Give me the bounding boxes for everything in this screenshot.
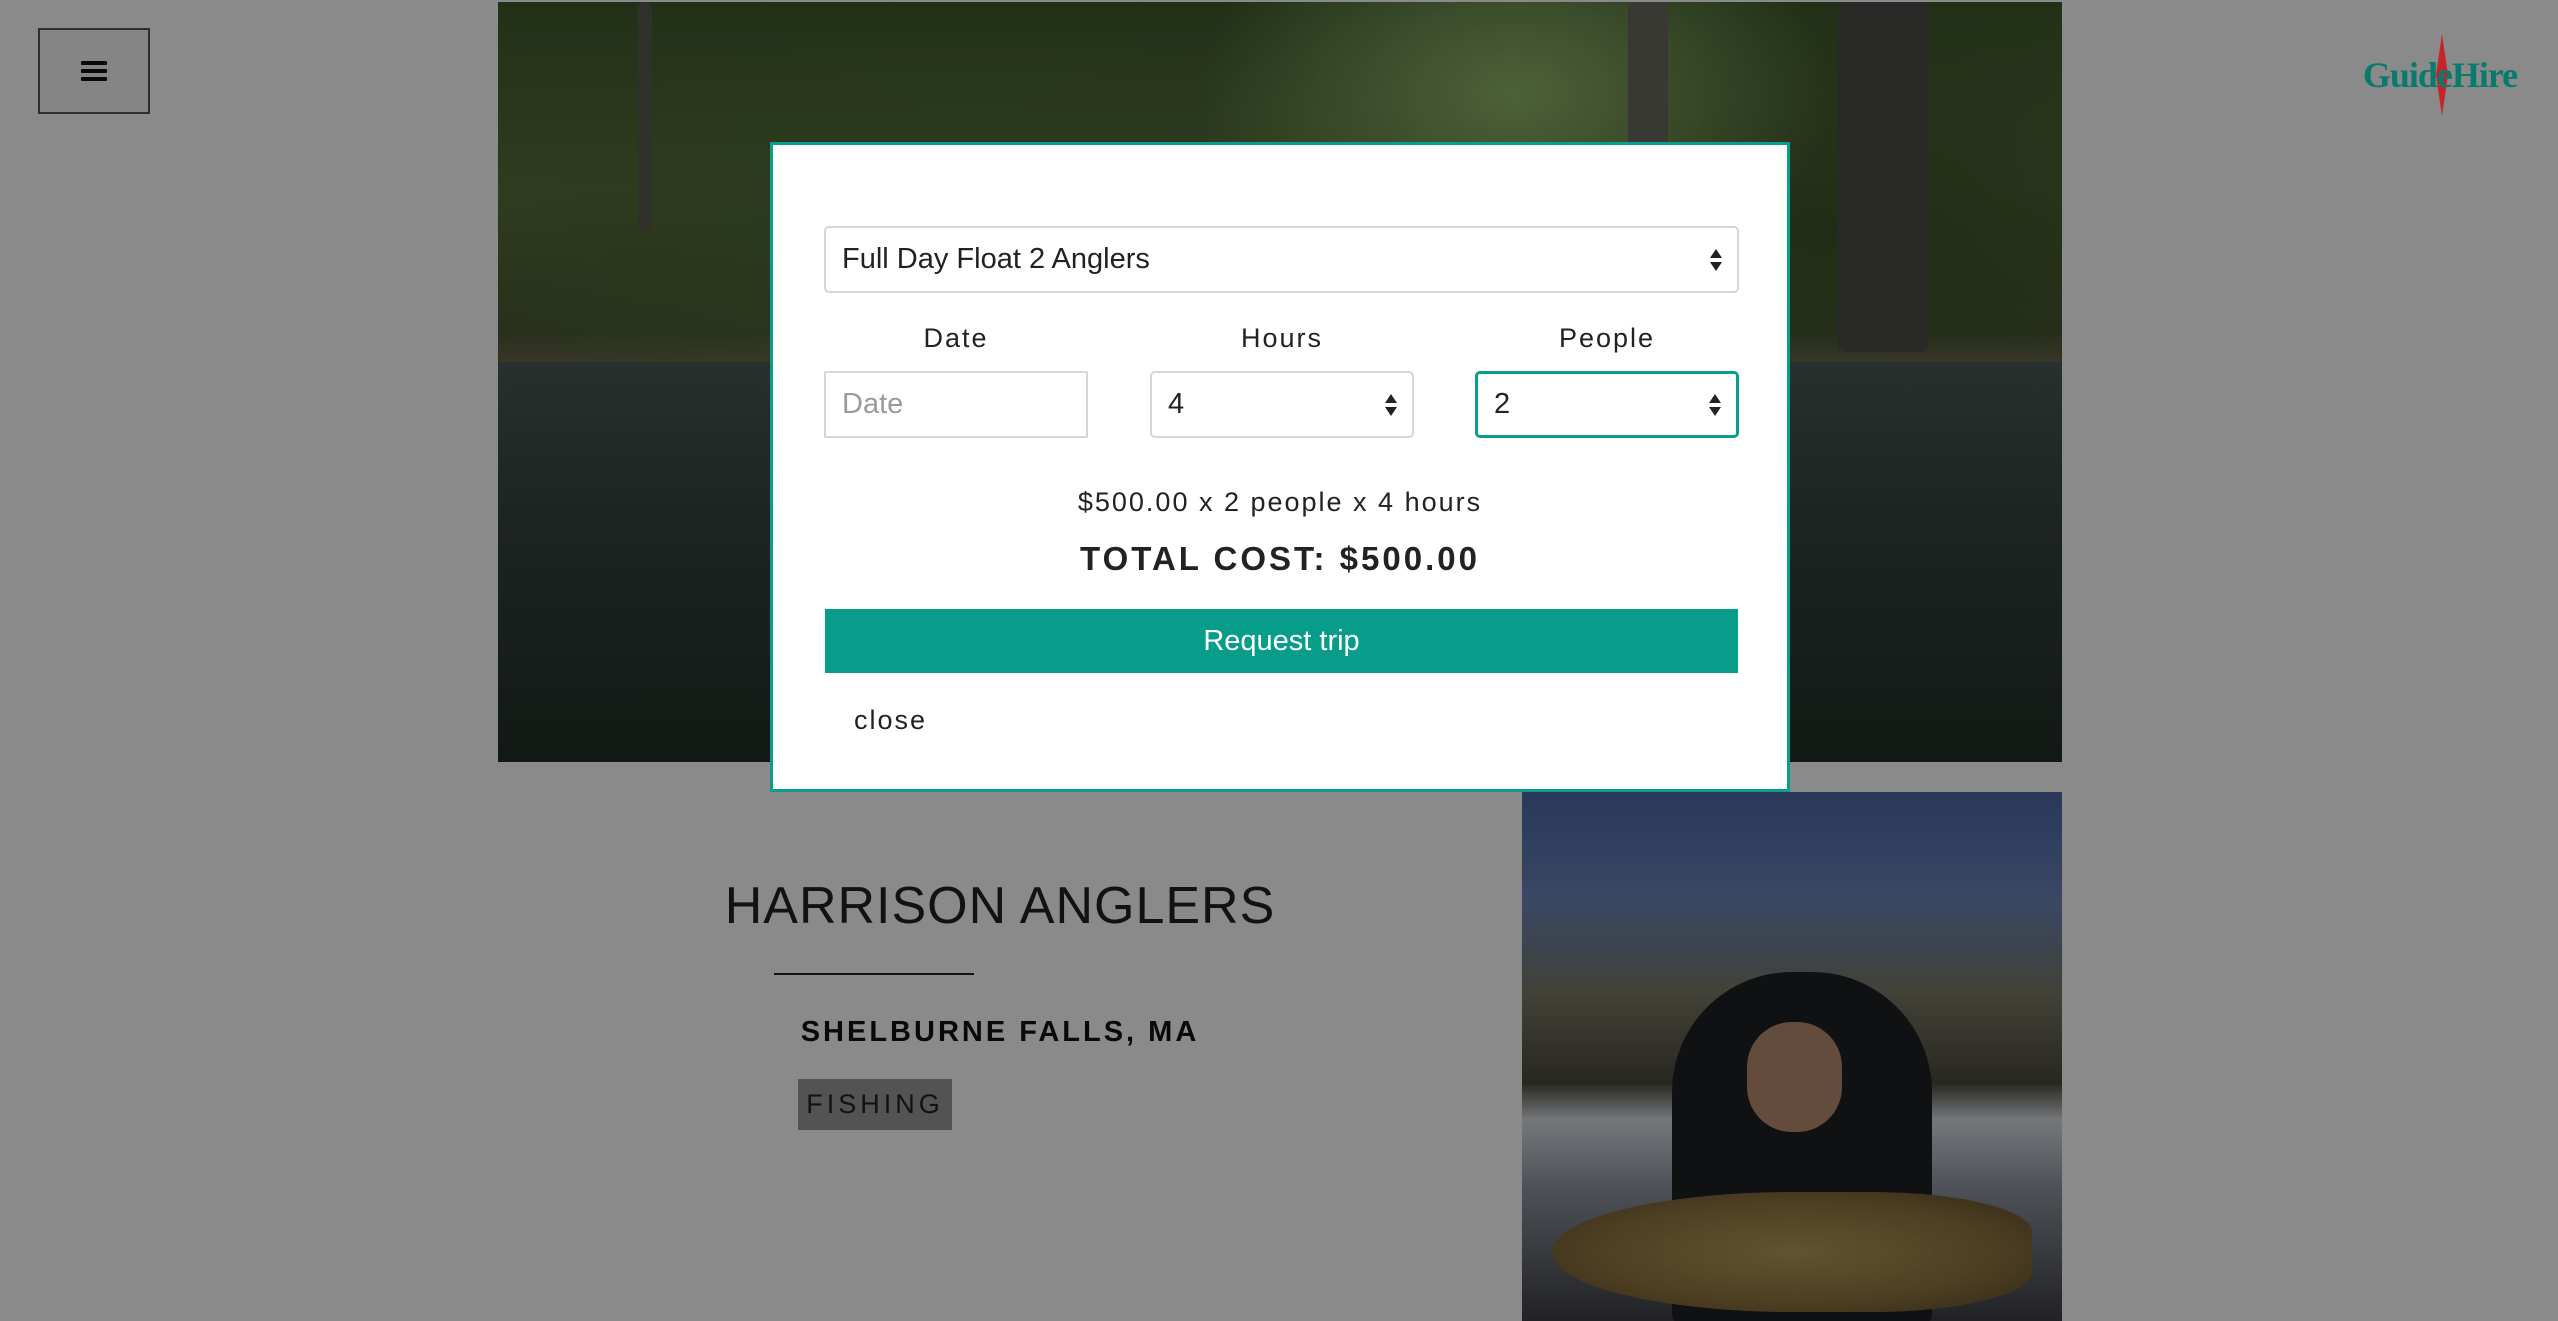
date-label: Date — [923, 323, 989, 353]
total-cost: TOTAL COST: $500.00 — [1080, 540, 1480, 577]
logo-text: GuideHire — [2362, 55, 2518, 95]
package-select-value: Full Day Float 2 Anglers — [842, 243, 1150, 275]
hours-label: Hours — [1240, 323, 1324, 353]
select-arrows-icon — [1710, 248, 1722, 271]
request-trip-button[interactable]: Request trip — [825, 609, 1738, 673]
people-select-value: 2 — [1494, 388, 1511, 420]
close-link[interactable]: close — [854, 705, 927, 736]
booking-modal: Full Day Float 2 Anglers Date Hours Peop… — [770, 142, 1790, 792]
select-arrows-icon — [1385, 393, 1397, 416]
date-input[interactable]: Date — [824, 371, 1088, 438]
hours-select[interactable]: 4 — [1150, 371, 1414, 438]
date-placeholder: Date — [842, 388, 904, 420]
people-select[interactable]: 2 — [1475, 371, 1739, 438]
cost-breakdown: $500.00 x 2 people x 4 hours — [1077, 487, 1483, 517]
hours-select-value: 4 — [1168, 388, 1185, 420]
people-label: People — [1558, 323, 1656, 353]
select-arrows-icon — [1709, 393, 1721, 416]
package-select[interactable]: Full Day Float 2 Anglers — [824, 226, 1739, 293]
